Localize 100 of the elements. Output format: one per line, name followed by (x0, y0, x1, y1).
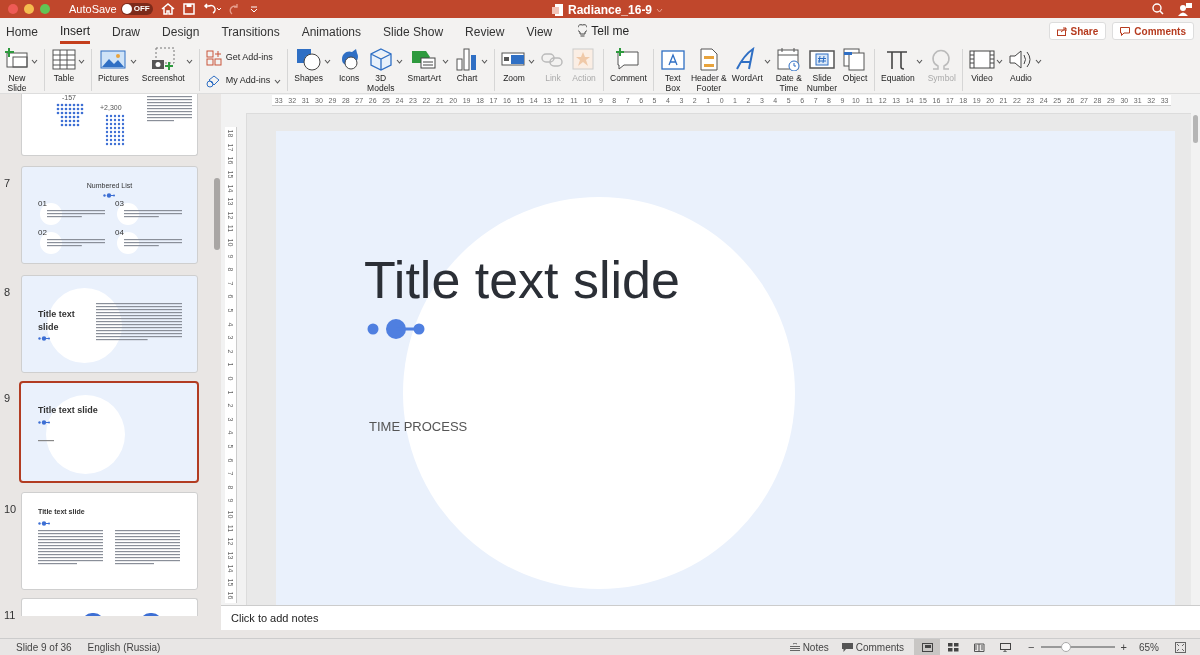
ribbon-tab[interactable]: Slide Show (383, 21, 444, 41)
comment-icon (615, 47, 642, 71)
notes-placeholder: Click to add notes (231, 610, 319, 626)
ribbon-tab[interactable]: Design (162, 21, 200, 41)
slide-number-icon (808, 47, 835, 71)
close-window-button[interactable] (8, 4, 18, 14)
store-icon (205, 50, 222, 66)
ribbon-button[interactable]: Audio (1007, 47, 1042, 83)
search-icon (1152, 3, 1164, 15)
caret-icon (656, 7, 664, 13)
slide-subtitle[interactable]: TIME PROCESS (369, 417, 468, 437)
caret-icon (481, 59, 489, 64)
ribbon-button[interactable]: Text Box (659, 47, 686, 93)
ribbon-button[interactable]: Zoom (501, 47, 536, 83)
caret-icon (324, 59, 332, 64)
zoom-percent[interactable]: 65% (1139, 639, 1159, 655)
ribbon-button[interactable]: New Slide (4, 47, 38, 93)
subtitle-line-drawing (38, 440, 54, 442)
customize-toolbar-icon (249, 5, 258, 13)
slide-title[interactable]: Title text slide (364, 241, 680, 319)
dot-grid-drawing (54, 102, 86, 128)
undo-icon (202, 3, 223, 15)
caret-icon (1034, 59, 1042, 64)
thumbnail-title: Title text slide (38, 308, 76, 334)
slide-number: 8 (4, 286, 11, 298)
ribbon-row-button[interactable]: Get Add-ins (205, 49, 282, 67)
ribbon-button[interactable]: Object (842, 47, 869, 83)
lightbulb-icon (578, 24, 588, 38)
ribbon-tab[interactable]: Insert (60, 18, 91, 44)
ribbon-row-button[interactable]: My Add-ins (205, 72, 282, 90)
home-icon (160, 3, 175, 15)
ribbon-button[interactable]: Date & Time (775, 47, 802, 93)
slide-number: 11 (4, 609, 16, 621)
text-lines-drawing (47, 239, 105, 248)
dot-connector-icon (103, 193, 115, 198)
ribbon-button[interactable]: Header & Footer (690, 47, 727, 93)
text-lines-drawing (147, 96, 192, 123)
document-title: Radiance_16-9 (568, 2, 653, 19)
slide-thumbnail[interactable]: Title text slide (19, 381, 199, 483)
puzzle-icon (205, 73, 222, 89)
text-box-icon (659, 47, 686, 71)
share-button[interactable]: Share (1048, 22, 1107, 40)
speaker-icon (1007, 47, 1034, 71)
book-view-icon (973, 642, 985, 652)
ribbon-tab[interactable]: Transitions (221, 21, 280, 41)
zoom-out-button[interactable]: − (1028, 638, 1035, 655)
table-icon (51, 47, 77, 71)
shapes-icon (295, 47, 322, 71)
ribbon-tab[interactable]: Review (465, 21, 505, 41)
ribbon-button[interactable]: Chart (454, 47, 489, 83)
maximize-window-button[interactable] (40, 4, 50, 14)
ribbon-button[interactable]: 3D Models (367, 47, 403, 93)
presentation-icon (999, 642, 1011, 652)
autosave-label: AutoSave (69, 1, 117, 17)
ribbon-button[interactable]: WordArt (731, 47, 771, 83)
ribbon-button[interactable]: Slide Number (806, 47, 838, 93)
ribbon-button[interactable]: Pictures (98, 47, 137, 83)
zoom-in-button[interactable]: + (1120, 638, 1127, 655)
notes-button[interactable]: Notes (789, 639, 829, 655)
language-label[interactable]: English (Russia) (87, 639, 161, 655)
ribbon-button[interactable]: SmartArt (407, 47, 450, 83)
dot-connector-icon (38, 521, 50, 526)
save-icon (182, 3, 195, 15)
slide-thumbnail[interactable] (21, 598, 198, 616)
dot-grid-drawing (104, 114, 126, 146)
view-button[interactable] (914, 639, 941, 655)
ribbon-button[interactable]: Comment (610, 47, 647, 83)
slide-number: 7 (4, 177, 11, 189)
ribbon-tab[interactable]: Animations (301, 21, 362, 41)
ribbon-button[interactable]: Screenshot (141, 47, 193, 83)
ribbon-tab[interactable]: Draw (112, 21, 141, 41)
slide-canvas[interactable]: Title text slide TIME PROCESS (276, 131, 1175, 605)
person-feedback-icon (1178, 2, 1192, 16)
ribbon-tab[interactable]: Home (6, 21, 38, 41)
ribbon-tab[interactable]: View (526, 21, 553, 41)
speech-bubble-icon (1120, 26, 1131, 36)
list-number: 03 (115, 200, 124, 208)
zoom-slider-thumb[interactable] (1060, 642, 1071, 652)
slide-number: 10 (4, 503, 17, 515)
scrollbar-thumb[interactable] (214, 178, 220, 250)
slide-thumbnail[interactable]: Title text slide (21, 275, 198, 373)
ribbon-button[interactable]: Icons (336, 47, 363, 83)
document-icon (552, 3, 564, 17)
tell-me-field[interactable]: Tell me (591, 22, 630, 40)
autosave-toggle[interactable]: OFF (120, 3, 153, 15)
ribbon-button[interactable]: Shapes (294, 47, 332, 83)
dot-connector-icon (38, 336, 50, 341)
notes-pane[interactable]: Click to add notes (221, 605, 1200, 630)
ribbon-button[interactable]: Video (968, 47, 1003, 83)
thumbnail-title: Title text slide (38, 404, 98, 417)
caret-icon (274, 78, 282, 84)
ribbon-button[interactable]: Equation (881, 47, 923, 83)
scrollbar-thumb[interactable] (1193, 115, 1198, 143)
comments-button[interactable]: Comments (1112, 22, 1194, 40)
minimize-window-button[interactable] (24, 4, 34, 14)
ribbon-button[interactable]: Table (51, 47, 85, 83)
picture-icon (100, 47, 127, 71)
new-slide-icon (4, 47, 30, 71)
caret-icon (915, 59, 923, 64)
comments-button[interactable]: Comments (841, 639, 905, 655)
